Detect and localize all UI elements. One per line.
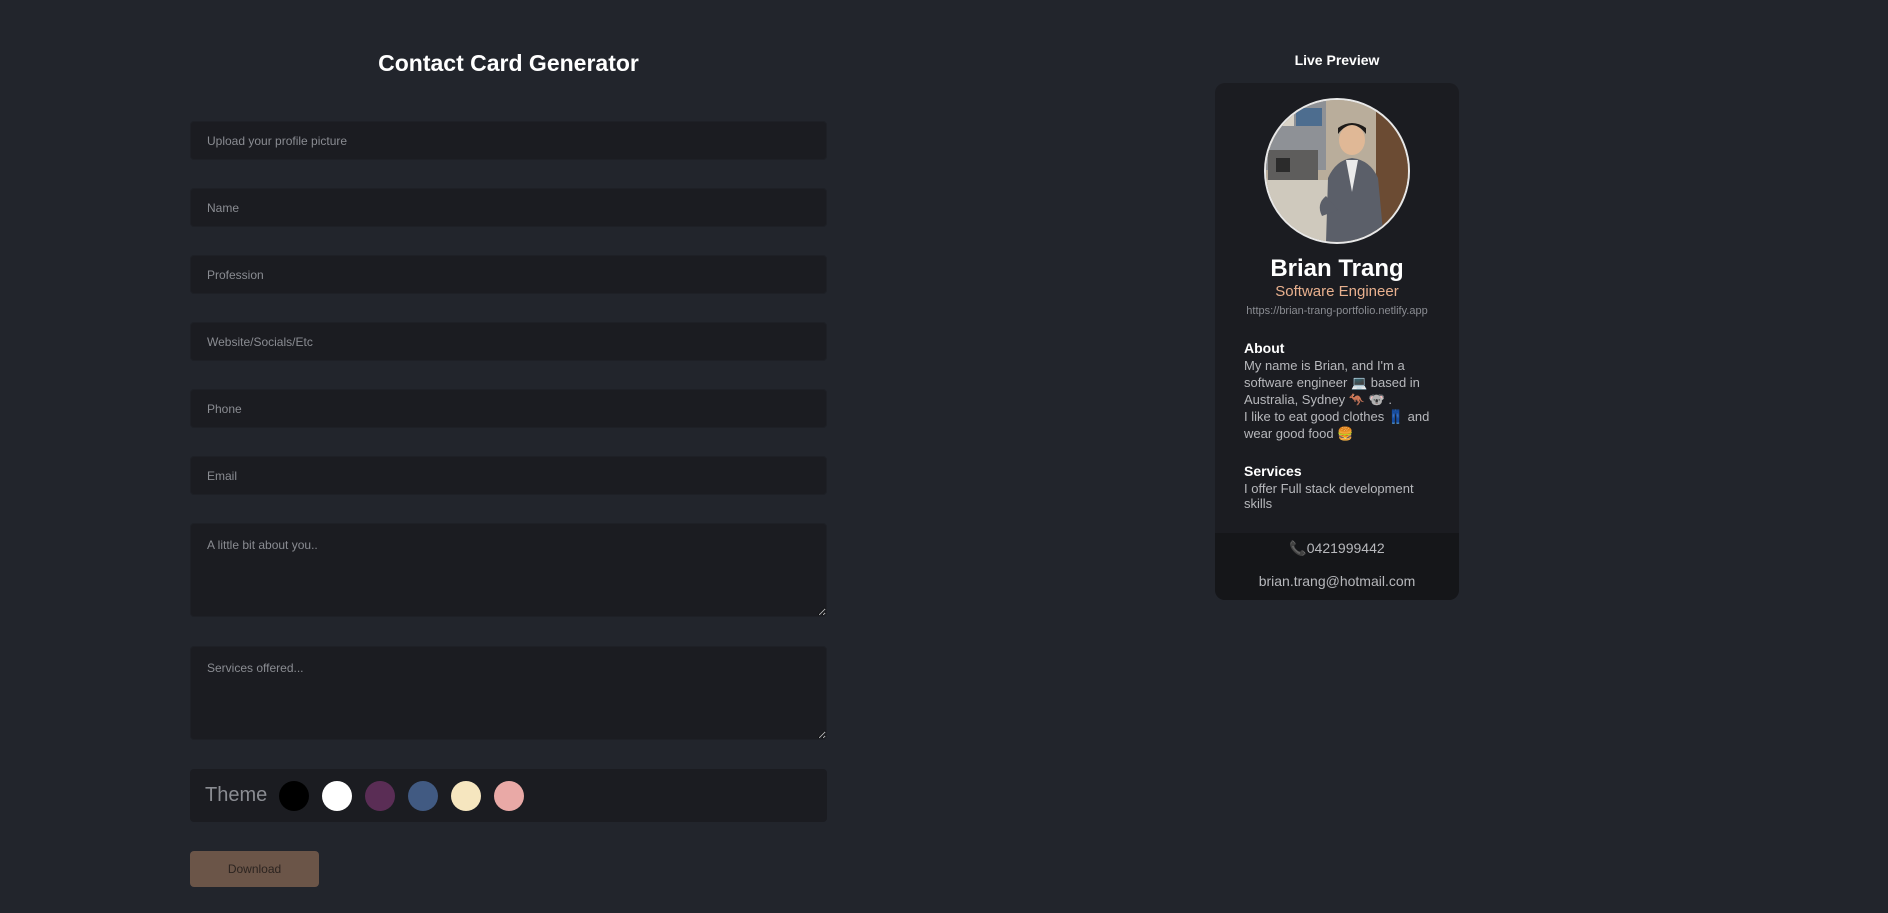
services-textarea[interactable] (190, 646, 827, 740)
about-heading: About (1244, 340, 1285, 356)
contact-card-preview: Brian Trang Software Engineer https://br… (1215, 83, 1459, 600)
services-heading: Services (1244, 463, 1302, 479)
phone-input[interactable] (190, 389, 827, 428)
theme-swatch-black[interactable] (279, 780, 310, 811)
page-title: Contact Card Generator (378, 50, 639, 76)
card-name: Brian Trang (1270, 255, 1404, 282)
upload-placeholder: Upload your profile picture (207, 133, 348, 148)
card-contact-footer: 📞0421999442 brian.trang@hotmail.com (1215, 533, 1459, 600)
theme-swatch-plum[interactable] (365, 780, 396, 811)
about-text: My name is Brian, and I'm a software eng… (1244, 358, 1430, 441)
about-textarea[interactable] (190, 523, 827, 617)
card-profession: Software Engineer (1275, 283, 1399, 300)
name-input[interactable] (190, 188, 827, 227)
theme-swatch-blue[interactable] (408, 780, 439, 811)
theme-picker: Theme (190, 769, 827, 822)
theme-swatch-pink[interactable] (494, 780, 525, 811)
live-preview-title: Live Preview (1294, 52, 1380, 68)
profession-input[interactable] (190, 255, 827, 294)
theme-swatch-white[interactable] (322, 780, 353, 811)
services-text: I offer Full stack development skills (1244, 481, 1414, 511)
website-input[interactable] (190, 322, 827, 361)
profile-picture-upload[interactable]: Upload your profile picture (190, 121, 827, 160)
email-input[interactable] (190, 456, 827, 495)
avatar (1264, 98, 1410, 244)
theme-swatch-cream[interactable] (451, 780, 482, 811)
card-phone: 📞0421999442 (1289, 540, 1385, 556)
download-button[interactable]: Download (190, 851, 319, 887)
profile-photo-image (1266, 100, 1408, 242)
card-website-link[interactable]: https://brian-trang-portfolio.netlify.ap… (1215, 305, 1459, 317)
theme-label: Theme (205, 784, 268, 806)
card-email: brian.trang@hotmail.com (1258, 573, 1416, 589)
